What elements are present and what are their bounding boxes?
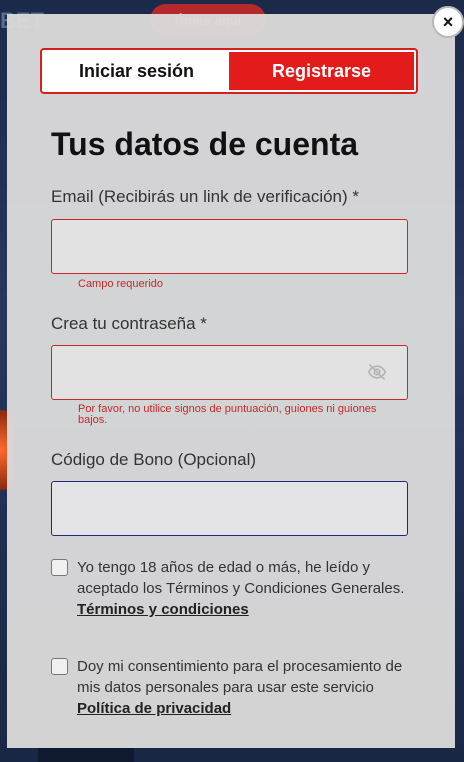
bonus-label: Código de Bono (Opcional)	[51, 450, 257, 469]
terms-text: Yo tengo 18 años de edad o más, he leído…	[77, 559, 405, 597]
email-field[interactable]	[51, 219, 408, 274]
tab-register[interactable]: Registrarse	[229, 52, 414, 90]
password-label: Crea tu contraseña *	[51, 314, 207, 333]
consent-checkbox[interactable]	[51, 658, 68, 675]
email-label: Email (Recibirás un link de verificación…	[51, 187, 360, 206]
bonus-code-field[interactable]	[51, 481, 408, 536]
close-icon[interactable]: ×	[432, 6, 464, 38]
terms-link[interactable]: Términos y condiciones	[77, 601, 249, 618]
background-bar	[38, 748, 134, 762]
auth-tabs: Iniciar sesión Registrarse	[40, 48, 418, 94]
consent-text: Doy mi consentimiento para el procesamie…	[77, 658, 403, 696]
privacy-policy-link[interactable]: Política de privacidad	[77, 700, 231, 717]
register-modal: Iniciar sesión Registrarse Tus datos de …	[7, 14, 455, 748]
page-title: Tus datos de cuenta	[51, 126, 359, 162]
eye-off-icon[interactable]	[367, 362, 387, 382]
password-error: Por favor, no utilice signos de puntuaci…	[78, 403, 377, 426]
terms-row: Yo tengo 18 años de edad o más, he leído…	[51, 557, 411, 620]
password-field[interactable]	[51, 345, 408, 400]
terms-checkbox[interactable]	[51, 559, 68, 576]
tab-login[interactable]: Iniciar sesión	[44, 52, 229, 90]
consent-row: Doy mi consentimiento para el procesamie…	[51, 656, 411, 719]
email-error: Campo requerido	[78, 278, 163, 290]
